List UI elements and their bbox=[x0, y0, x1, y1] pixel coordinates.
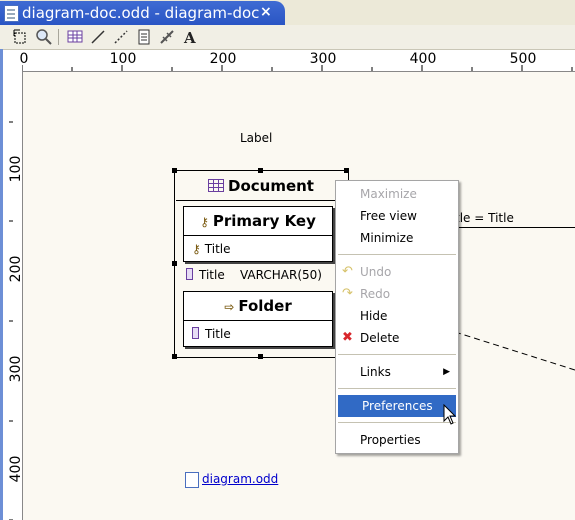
attribute-name: Title bbox=[199, 268, 225, 282]
attribute-row[interactable]: Title VARCHAR(50) bbox=[186, 268, 322, 282]
text-icon[interactable]: A bbox=[181, 28, 199, 47]
ruler-label-100: 100 bbox=[109, 51, 137, 67]
document-title: Document bbox=[228, 177, 314, 195]
ruler-label-400: 400 bbox=[409, 51, 437, 67]
diagram-file-icon bbox=[4, 5, 19, 22]
line-icon[interactable] bbox=[89, 28, 107, 46]
diagram-toolbar: A bbox=[0, 25, 575, 50]
menu-item-redo-label: Redo bbox=[360, 287, 391, 301]
editor-tab-bar: diagram-doc.odd - diagram-doc × bbox=[0, 0, 575, 25]
toolbar-separator bbox=[58, 29, 59, 45]
horizontal-ruler: 0 100 200 300 400 500 bbox=[19, 50, 575, 72]
folder-box[interactable]: ⇨ Folder Title bbox=[183, 291, 333, 347]
key-icon: ⚷ bbox=[200, 215, 209, 229]
menu-item-free-view[interactable]: Free view bbox=[336, 205, 458, 227]
primary-key-field[interactable]: ⚷ Title bbox=[184, 236, 332, 262]
diagram-link[interactable]: diagram.odd bbox=[202, 472, 278, 486]
attribute-type: VARCHAR(50) bbox=[239, 268, 322, 282]
menu-item-properties[interactable]: Properties bbox=[336, 429, 458, 451]
ruler-label-v300: 300 bbox=[8, 355, 24, 383]
primary-key-header: ⚷ Primary Key bbox=[184, 207, 332, 236]
ruler-label-200: 200 bbox=[209, 51, 237, 67]
edge-label[interactable]: tle = Title bbox=[455, 211, 514, 225]
folder-title: Folder bbox=[238, 297, 292, 315]
link-icon[interactable] bbox=[158, 28, 176, 46]
redo-icon: ↷ bbox=[342, 286, 353, 301]
primary-key-box[interactable]: ⚷ Primary Key ⚷ Title bbox=[183, 206, 333, 262]
editor-tab[interactable]: diagram-doc.odd - diagram-doc × bbox=[0, 1, 285, 25]
menu-separator bbox=[338, 254, 456, 255]
edge-line[interactable] bbox=[456, 227, 575, 228]
menu-item-undo[interactable]: ↶ Undo bbox=[336, 261, 458, 283]
resize-handle[interactable] bbox=[172, 354, 177, 359]
menu-item-minimize[interactable]: Minimize bbox=[336, 227, 458, 249]
table-icon bbox=[208, 179, 224, 192]
menu-separator bbox=[338, 388, 456, 389]
menu-separator bbox=[338, 354, 456, 355]
delete-icon: ✖ bbox=[342, 330, 353, 345]
resize-handle[interactable] bbox=[258, 354, 263, 359]
menu-item-delete-label: Delete bbox=[360, 331, 400, 345]
table-icon[interactable] bbox=[66, 28, 84, 46]
dashed-connection[interactable] bbox=[455, 330, 575, 375]
document-header[interactable]: Document bbox=[176, 172, 346, 201]
menu-item-redo[interactable]: ↷ Redo bbox=[336, 283, 458, 305]
ruler-label-v200: 200 bbox=[8, 255, 24, 283]
folder-field-label: Title bbox=[205, 327, 231, 341]
ruler-label-v100: 100 bbox=[8, 155, 24, 183]
close-icon[interactable]: × bbox=[260, 4, 272, 20]
diagram-file-icon bbox=[185, 472, 199, 488]
menu-item-delete[interactable]: ✖ Delete bbox=[336, 327, 458, 349]
menu-item-links[interactable]: Links ▶ bbox=[336, 361, 458, 383]
dashed-line-icon[interactable] bbox=[112, 28, 130, 46]
submenu-arrow-icon: ▶ bbox=[443, 367, 450, 377]
primary-key-field-label: Title bbox=[204, 242, 231, 256]
tab-title: diagram-doc.odd - diagram-doc bbox=[22, 4, 260, 22]
column-icon bbox=[186, 268, 193, 280]
vertical-ruler-ticks bbox=[9, 121, 13, 520]
primary-key-title: Primary Key bbox=[212, 212, 316, 230]
note-icon[interactable] bbox=[135, 28, 153, 46]
ruler-label-300: 300 bbox=[309, 51, 337, 67]
context-menu: Maximize Free view Minimize ↶ Undo ↷ Redo … bbox=[335, 180, 459, 454]
menu-item-maximize[interactable]: Maximize bbox=[336, 183, 458, 205]
zoom-icon[interactable] bbox=[35, 28, 53, 46]
column-icon bbox=[192, 327, 199, 339]
menu-item-undo-label: Undo bbox=[360, 265, 392, 279]
select-icon[interactable] bbox=[12, 28, 30, 46]
folder-header: ⇨ Folder bbox=[184, 292, 332, 321]
mouse-cursor-icon bbox=[443, 404, 457, 425]
menu-item-links-label: Links bbox=[360, 365, 391, 379]
resize-handle[interactable] bbox=[172, 261, 177, 266]
menu-item-preferences[interactable]: Preferences bbox=[338, 395, 456, 417]
ruler-label-500: 500 bbox=[509, 51, 537, 67]
menu-item-hide[interactable]: Hide bbox=[336, 305, 458, 327]
vertical-ruler: 100 200 300 400 bbox=[3, 71, 24, 520]
undo-icon: ↶ bbox=[342, 264, 353, 279]
folder-field[interactable]: Title bbox=[184, 321, 332, 347]
ruler-label-0: 0 bbox=[19, 51, 29, 67]
key-icon: ⚷ bbox=[192, 242, 201, 256]
menu-separator bbox=[338, 422, 456, 423]
horizontal-ruler-ticks bbox=[22, 65, 573, 71]
canvas-label[interactable]: Label bbox=[240, 131, 272, 145]
ruler-label-v400: 400 bbox=[8, 455, 24, 483]
folder-link-icon: ⇨ bbox=[224, 300, 235, 314]
svg-text:A: A bbox=[183, 29, 196, 46]
